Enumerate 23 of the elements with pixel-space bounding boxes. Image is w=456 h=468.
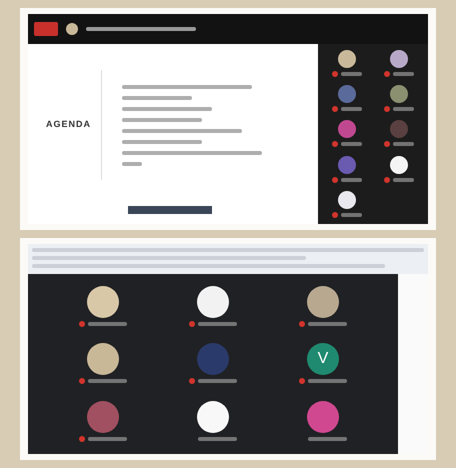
blurred-text-drawing: [392, 72, 414, 76]
blurred-text-drawing: [198, 379, 237, 384]
avatar-circle: [66, 23, 78, 35]
record-button[interactable]: [34, 22, 58, 36]
blurred-text-drawing: [340, 178, 362, 182]
blurred-text-drawing: [340, 212, 362, 217]
blurred-text-drawing: [392, 178, 414, 182]
blurred-text-drawing: [392, 107, 414, 112]
blurred-text-drawing: [308, 322, 347, 326]
blurred-text-drawing: [340, 107, 362, 112]
slide-controls-bar[interactable]: [128, 206, 212, 214]
blurred-text-drawing: [198, 436, 237, 441]
blurred-text-drawing: [392, 142, 414, 146]
avatar-initial: V: [318, 349, 328, 370]
blurred-text-drawing: [198, 322, 237, 326]
blurred-text-drawing: [88, 379, 127, 384]
blurred-text-drawing: [88, 436, 127, 441]
blurred-text-drawing: [340, 72, 362, 76]
blurred-text-drawing: [308, 379, 347, 384]
blurred-text-drawing: [308, 436, 347, 441]
blurred-text-drawing: [340, 142, 362, 146]
slide-title: AGENDA: [46, 70, 102, 180]
blurred-text-drawing: [88, 322, 127, 326]
